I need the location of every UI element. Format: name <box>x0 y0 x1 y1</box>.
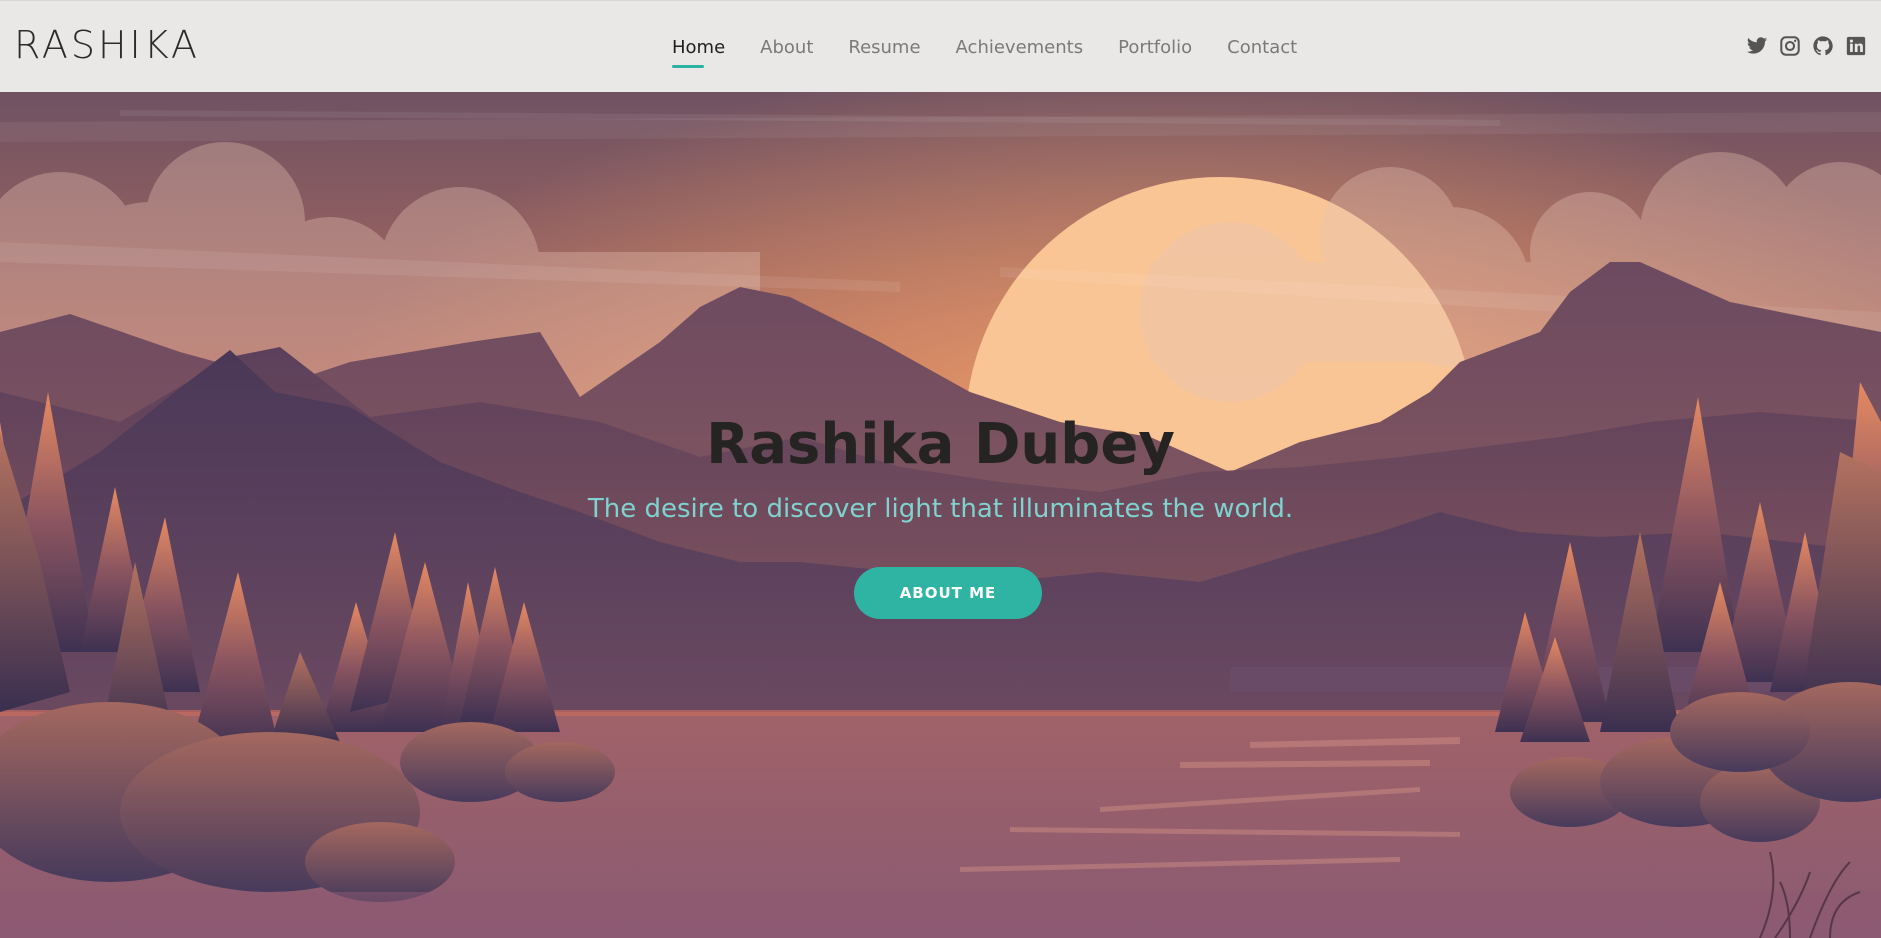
instagram-icon[interactable] <box>1779 35 1801 57</box>
hero-section: Rashika Dubey The desire to discover lig… <box>0 92 1881 938</box>
nav-item-about[interactable]: About <box>760 33 813 62</box>
hero-tagline: The desire to discover light that illumi… <box>587 494 1294 524</box>
twitter-icon[interactable] <box>1746 35 1768 57</box>
nav-item-home[interactable]: Home <box>672 33 725 68</box>
site-logo[interactable]: RASHIKA <box>14 23 200 67</box>
github-icon[interactable] <box>1812 35 1834 57</box>
nav-item-achievements[interactable]: Achievements <box>956 33 1084 62</box>
about-me-button[interactable]: ABOUT ME <box>854 567 1042 619</box>
site-header: RASHIKA Home About Resume Achievements P… <box>0 0 1881 92</box>
hero-content: Rashika Dubey The desire to discover lig… <box>0 92 1881 938</box>
nav-item-contact[interactable]: Contact <box>1227 33 1297 62</box>
linkedin-icon[interactable] <box>1845 35 1867 57</box>
hero-name: Rashika Dubey <box>706 412 1175 477</box>
nav-item-resume[interactable]: Resume <box>848 33 920 62</box>
nav-item-portfolio[interactable]: Portfolio <box>1118 33 1192 62</box>
social-links <box>1746 35 1867 57</box>
main-nav: Home About Resume Achievements Portfolio… <box>672 1 1332 93</box>
